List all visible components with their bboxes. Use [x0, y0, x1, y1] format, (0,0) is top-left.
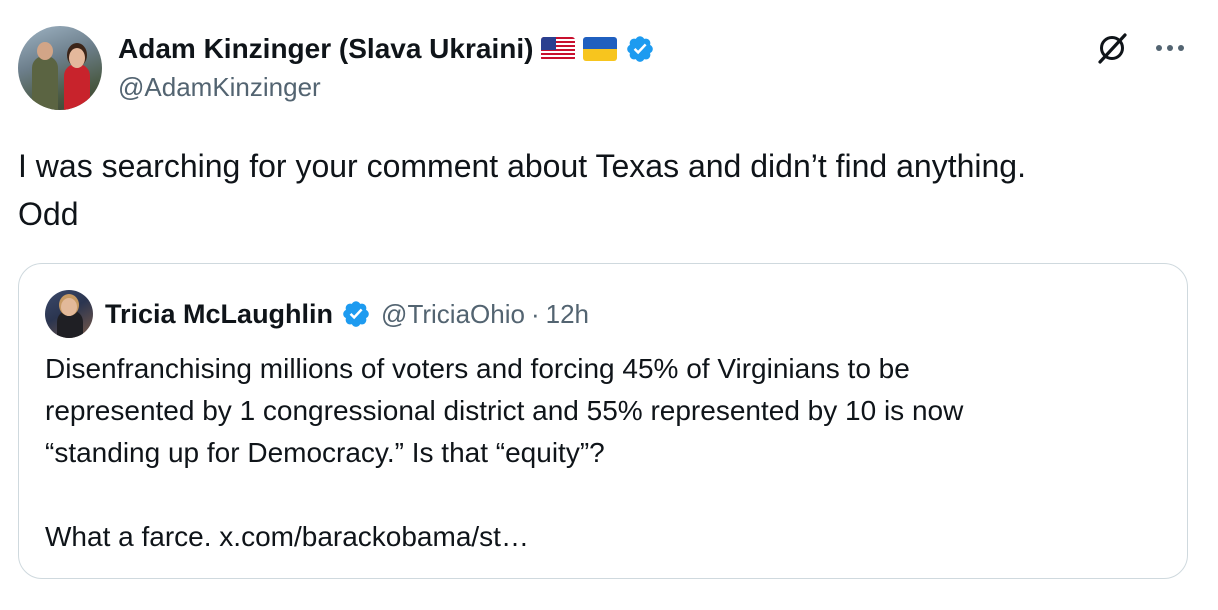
more-options-icon[interactable]	[1152, 32, 1188, 64]
us-flag-icon	[541, 37, 576, 61]
avatar-figure	[64, 64, 90, 110]
grok-icon[interactable]	[1094, 30, 1130, 66]
quoted-tweet-text: Disenfranchising millions of voters and …	[45, 348, 1165, 558]
quoted-author-avatar[interactable]	[45, 290, 93, 338]
separator-dot: ·	[530, 298, 540, 329]
tweet-text-line: I was searching for your comment about T…	[18, 148, 1026, 184]
tweet[interactable]: Adam Kinzinger (Slava Ukraini) @AdamKinz…	[0, 0, 1218, 610]
author-name-row: Adam Kinzinger (Slava Ukraini)	[118, 30, 655, 68]
avatar-figure	[69, 48, 85, 68]
quoted-tweet-text-line: What a farce. x.com/barackobama/st…	[45, 521, 529, 552]
tweet-text-line: Odd	[18, 196, 79, 232]
quoted-tweet-card[interactable]: Tricia McLaughlin @TriciaOhio · 12h Dise…	[18, 263, 1188, 579]
quoted-tweet-text-line: “standing up for Democracy.” Is that “eq…	[45, 437, 605, 468]
quoted-tweet-text-line: represented by 1 congressional district …	[45, 395, 964, 426]
author-avatar[interactable]	[18, 26, 102, 110]
verified-badge-icon[interactable]	[625, 34, 655, 64]
avatar-figure	[32, 56, 58, 110]
verified-badge-icon[interactable]	[341, 299, 371, 329]
quoted-tweet-text-line	[45, 474, 1165, 516]
author-handle[interactable]: @AdamKinzinger	[118, 72, 321, 103]
author-display-name[interactable]: Adam Kinzinger (Slava Ukraini)	[118, 33, 533, 65]
tweet-text: I was searching for your comment about T…	[18, 142, 1198, 238]
quoted-tweet-header: Tricia McLaughlin @TriciaOhio · 12h	[105, 294, 589, 334]
quoted-author-handle[interactable]: @TriciaOhio	[381, 299, 525, 330]
quoted-tweet-text-line: Disenfranchising millions of voters and …	[45, 353, 910, 384]
avatar-figure	[61, 298, 77, 316]
ukraine-flag-icon	[583, 37, 618, 61]
quoted-author-display-name[interactable]: Tricia McLaughlin	[105, 299, 333, 330]
avatar-figure	[37, 42, 53, 60]
quoted-tweet-timestamp[interactable]: 12h	[546, 299, 589, 330]
